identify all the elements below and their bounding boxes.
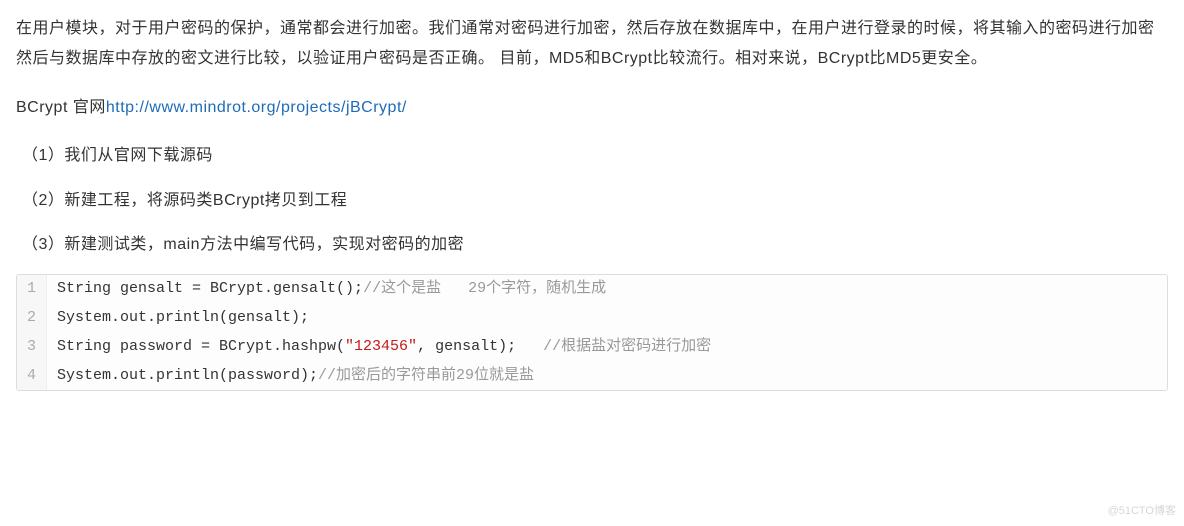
code-comment: //这个是盐 29个字符，随机生成 [363,280,606,297]
code-line: 3String password = BCrypt.hashpw("123456… [17,333,1167,362]
code-content: String gensalt = BCrypt.gensalt();//这个是盐… [47,275,1167,304]
intro-paragraph: 在用户模块，对于用户密码的保护，通常都会进行加密。我们通常对密码进行加密，然后存… [16,14,1168,75]
code-text: System.out.println(password); [57,367,318,384]
code-content: String password = BCrypt.hashpw("123456"… [47,333,1167,362]
code-text: String gensalt = BCrypt.gensalt(); [57,280,363,297]
code-text: , gensalt); [417,338,543,355]
code-content: System.out.println(password);//加密后的字符串前2… [47,362,1167,391]
step-2: （2）新建工程，将源码类BCrypt拷贝到工程 [22,186,1168,216]
line-number: 4 [17,362,47,391]
link-prefix: BCrypt 官网 [16,99,106,116]
code-line: 4System.out.println(password);//加密后的字符串前… [17,362,1167,391]
code-block: 1String gensalt = BCrypt.gensalt();//这个是… [16,274,1168,391]
step-1: （1）我们从官网下载源码 [22,141,1168,171]
code-line: 2 System.out.println(gensalt); [17,304,1167,333]
watermark: @51CTO博客 [1108,501,1176,522]
code-string: "123456" [345,338,417,355]
code-comment: //加密后的字符串前29位就是盐 [318,367,534,384]
code-comment: //根据盐对密码进行加密 [543,338,711,355]
code-text: System.out.println(gensalt); [57,309,309,326]
step-3: （3）新建测试类，main方法中编写代码，实现对密码的加密 [22,230,1168,260]
line-number: 1 [17,275,47,304]
bcrypt-official-link[interactable]: http://www.mindrot.org/projects/jBCrypt/ [106,99,407,116]
code-line: 1String gensalt = BCrypt.gensalt();//这个是… [17,275,1167,304]
line-number: 3 [17,333,47,362]
code-text: String password = BCrypt.hashpw( [57,338,345,355]
code-content: System.out.println(gensalt); [47,304,1167,333]
link-paragraph: BCrypt 官网http://www.mindrot.org/projects… [16,93,1168,123]
line-number: 2 [17,304,47,333]
